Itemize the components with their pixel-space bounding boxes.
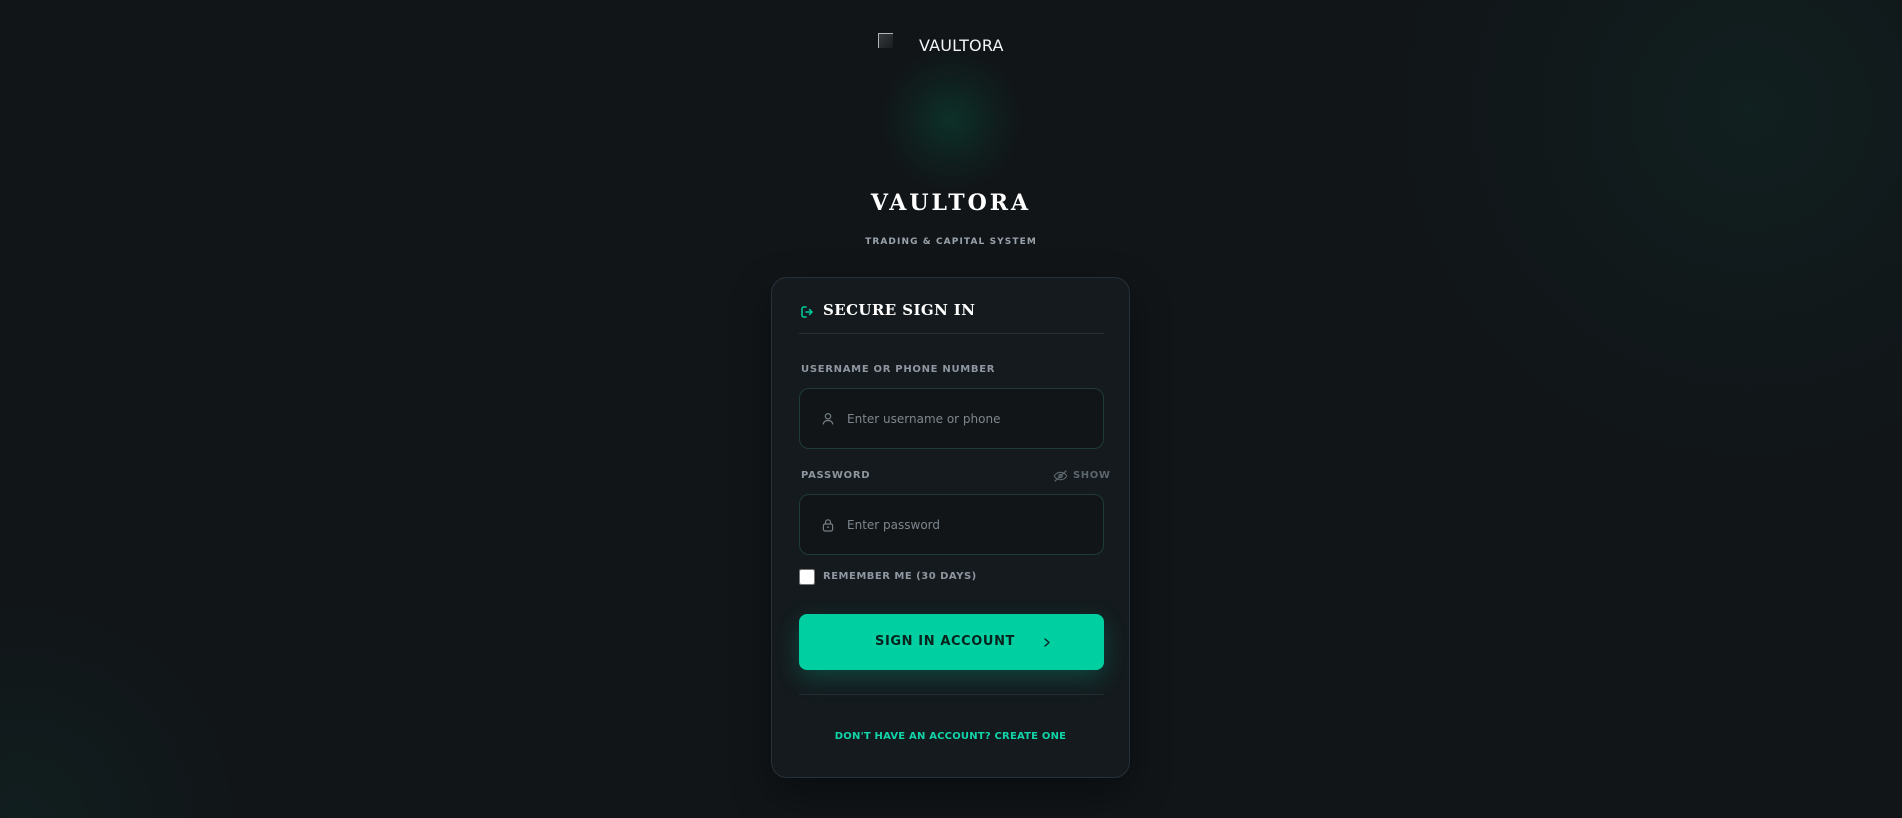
sign-in-icon	[801, 306, 813, 318]
lock-icon	[822, 519, 834, 532]
brand-subtitle: TRADING & CAPITAL SYSTEM	[865, 237, 1037, 247]
username-field[interactable]	[799, 388, 1104, 449]
user-icon	[822, 413, 834, 425]
broken-image-icon	[878, 33, 893, 48]
password-field[interactable]	[799, 494, 1104, 555]
eye-off-icon	[1053, 470, 1068, 482]
sign-in-card: SECURE SIGN IN USERNAME OR PHONE NUMBER …	[771, 277, 1130, 778]
password-label: PASSWORD	[801, 470, 871, 481]
show-password-toggle[interactable]: SHOW	[1053, 468, 1110, 484]
create-account-link[interactable]: DON'T HAVE AN ACCOUNT? CREATE ONE	[772, 731, 1129, 743]
username-label: USERNAME OR PHONE NUMBER	[801, 364, 996, 375]
remember-me-label: REMEMBER ME (30 DAYS)	[823, 571, 977, 582]
username-input[interactable]	[847, 407, 1087, 431]
password-input[interactable]	[847, 513, 1087, 537]
card-divider	[799, 694, 1104, 695]
logo: VAULTORA	[878, 30, 1026, 70]
show-password-label: SHOW	[1073, 470, 1111, 481]
logo-alt-text: VAULTORA	[919, 36, 1004, 55]
footer-cutoff-text	[0, 810, 1902, 818]
card-header: SECURE SIGN IN	[799, 298, 1104, 334]
sign-in-button-label: SIGN IN ACCOUNT	[875, 634, 1016, 649]
sign-in-account-button[interactable]: SIGN IN ACCOUNT	[799, 614, 1104, 670]
chevron-right-icon	[1044, 638, 1050, 647]
card-title: SECURE SIGN IN	[823, 301, 976, 319]
remember-me-checkbox[interactable]	[799, 569, 815, 585]
remember-me-row[interactable]: REMEMBER ME (30 DAYS)	[799, 569, 1039, 587]
brand-title: VAULTORA	[870, 190, 1032, 216]
logo-glow	[881, 50, 1021, 190]
